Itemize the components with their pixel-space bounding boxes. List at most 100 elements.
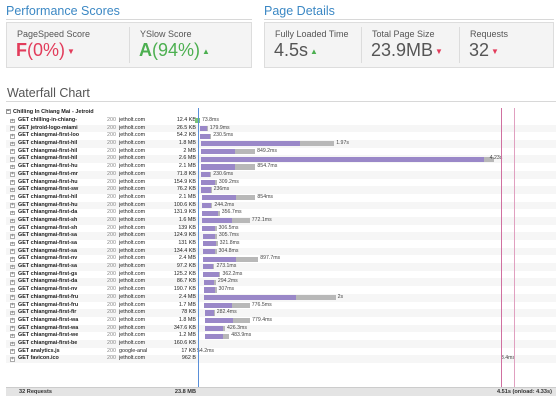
request-row[interactable]: + GET chilling-in-chiang- 200 jetholt.com 12…	[6, 117, 556, 125]
expand-icon[interactable]: +	[10, 334, 15, 339]
request-row[interactable]: + GET chiangmai-first-sa 200 jetholt.com 124…	[6, 232, 556, 240]
request-row[interactable]: + GET chiangmai-first-da 200 jetholt.com 131…	[6, 209, 556, 217]
request-row[interactable]: + GET chiangmai-first-sa 200 jetholt.com 134…	[6, 247, 556, 256]
receive-bar	[210, 172, 212, 178]
expand-icon[interactable]: +	[10, 157, 15, 162]
request-row[interactable]: + GET chiangmai-first-loo 200 jetholt.com 54…	[6, 132, 556, 140]
request-status: 200	[107, 240, 116, 246]
expand-icon[interactable]: +	[10, 257, 15, 262]
expand-icon[interactable]: +	[10, 272, 15, 277]
request-row[interactable]: + GET chiangmai-first-hil 200 jetholt.com 2 …	[6, 148, 556, 156]
request-size: 131 KB	[178, 240, 196, 246]
request-row[interactable]: + GET chiangmai-first-sa 200 jetholt.com 131…	[6, 240, 556, 248]
expand-icon[interactable]: +	[10, 149, 15, 154]
request-row[interactable]: + GET chiangmai-first-gs 200 jetholt.com 125…	[6, 271, 556, 279]
request-status: 200	[107, 117, 116, 123]
expand-icon[interactable]: +	[10, 226, 15, 231]
request-domain: jetholt.com	[119, 324, 146, 331]
receive-bar	[219, 272, 221, 278]
onload-line	[501, 108, 503, 387]
total-page-size[interactable]: Total Page Size 23.9MB ▼	[362, 23, 459, 67]
expand-icon[interactable]: +	[10, 218, 15, 224]
timing-label: 483.9ms	[231, 332, 252, 339]
request-size: 2.4 MB	[178, 293, 196, 300]
wait-bar	[199, 125, 207, 132]
request-domain: jetholt.com	[119, 193, 146, 200]
yslow-score[interactable]: YSlow Score A(94%) ▲	[130, 23, 252, 67]
request-row[interactable]: + GET chiangmai-first-hil 200 jetholt.com 2.…	[6, 155, 556, 164]
expand-icon[interactable]: +	[10, 264, 15, 270]
request-row[interactable]: + GET chiangmai-first-hu 200 jetholt.com 2.1…	[6, 163, 556, 171]
pagespeed-score[interactable]: PageSpeed Score F(0%) ▼	[7, 23, 129, 67]
expand-icon[interactable]: +	[10, 141, 15, 147]
request-row[interactable]: + GET chiangmai-first-wa 200 jetholt.com 1.8…	[6, 317, 556, 325]
wait-bar	[201, 156, 484, 162]
request-row[interactable]: + GET chiangmai-first-sh 200 jetholt.com 139…	[6, 225, 556, 233]
request-row[interactable]: + GET chiangmai-first-hu 200 jetholt.com 154…	[6, 179, 556, 187]
timing-label: 362.2ms	[222, 270, 243, 277]
expand-icon[interactable]: +	[10, 326, 15, 331]
wait-bar	[204, 333, 223, 339]
request-row[interactable]: + GET chiangmai-first-wa 200 jetholt.com 347…	[6, 324, 556, 333]
expand-icon[interactable]: +	[10, 318, 15, 324]
timing-label: 426.3ms	[227, 324, 247, 331]
fully-loaded-time[interactable]: Fully Loaded Time 4.5s ▲	[265, 23, 361, 67]
request-domain: jetholt.com	[119, 301, 146, 308]
request-name: GET chiangmai-first-we	[18, 332, 79, 339]
expand-icon[interactable]: +	[10, 295, 15, 300]
expand-icon[interactable]: +	[10, 118, 15, 124]
request-row[interactable]: + GET jetroid-logo-miami 200 jetholt.com 26.…	[6, 124, 556, 133]
request-domain: jetholt.com	[119, 247, 146, 254]
wait-bar	[202, 210, 219, 216]
request-row[interactable]: + GET favicon.ico 200 jetholt.com 962 B 8.4ms	[6, 355, 556, 363]
expand-icon[interactable]: +	[10, 341, 15, 347]
expand-icon[interactable]: +	[10, 357, 15, 362]
expand-icon[interactable]: +	[10, 134, 15, 139]
request-row[interactable]: + GET chiangmai-first-fru 200 jetholt.com 2.…	[6, 293, 556, 302]
expand-icon[interactable]: +	[10, 180, 15, 185]
expand-icon[interactable]: +	[10, 280, 15, 285]
receive-bar	[215, 233, 217, 239]
request-row[interactable]: + GET chiangmai-first-hu 200 jetholt.com 100…	[6, 201, 556, 210]
request-name: GET chiangmai-first-sh	[18, 224, 78, 231]
request-row[interactable]: + GET analytics.js 200 google-anal 17 KB 54.2…	[6, 348, 556, 356]
expand-icon[interactable]: +	[10, 195, 15, 201]
request-row[interactable]: + GET chiangmai-first-fru 200 jetholt.com 1.…	[6, 302, 556, 310]
request-row[interactable]: + GET chiangmai-first-nv 200 jetholt.com 190…	[6, 286, 556, 294]
request-domain: jetholt.com	[119, 332, 146, 339]
request-row[interactable]: + GET chiangmai-first-nv 200 jetholt.com 2.4…	[6, 255, 556, 263]
expand-icon[interactable]: +	[10, 126, 15, 131]
waterfall-rule	[6, 101, 556, 102]
expand-icon[interactable]: +	[10, 241, 15, 247]
request-status: 200	[107, 232, 116, 239]
expand-icon[interactable]: +	[10, 303, 15, 308]
request-row[interactable]: + GET chiangmai-first-sh 200 jetholt.com 1.6…	[6, 216, 556, 225]
expand-icon[interactable]: +	[10, 249, 15, 254]
expand-icon[interactable]: +	[10, 164, 15, 170]
request-row[interactable]: + GET chiangmai-first-fir 200 jetholt.com 78…	[6, 309, 556, 317]
request-row[interactable]: + GET chiangmai-first-mr 200 jetholt.com 71.…	[6, 170, 556, 179]
request-row[interactable]: + GET chiangmai-first-hil 200 jetholt.com 1.…	[6, 140, 556, 148]
expand-icon[interactable]: +	[10, 349, 15, 354]
expand-icon[interactable]: +	[10, 203, 15, 208]
receive-bar	[214, 279, 216, 285]
request-row[interactable]: + GET chiangmai-first-hil 200 jetholt.com 2.…	[6, 194, 556, 202]
request-size: 124.9 KB	[173, 232, 196, 239]
expand-icon[interactable]: +	[10, 187, 15, 193]
request-row[interactable]: + GET chiangmai-first-da 200 jetholt.com 86.…	[6, 278, 556, 287]
collapse-icon[interactable]: −	[6, 109, 11, 115]
receive-bar	[213, 310, 215, 316]
request-row[interactable]: + GET chiangmai-first-sw 200 jetholt.com 76.…	[6, 186, 556, 194]
expand-icon[interactable]: +	[10, 172, 15, 177]
waterfall-group-header[interactable]: − Chilling In Chiang Mai - Jetroid	[6, 108, 94, 116]
expand-icon[interactable]: +	[10, 234, 15, 239]
request-row[interactable]: + GET chiangmai-first-sa 200 jetholt.com 97.…	[6, 263, 556, 271]
request-row[interactable]: + GET chiangmai-first-be 200 jetholt.com 160…	[6, 339, 556, 348]
requests-count[interactable]: Requests 32 ▼	[460, 23, 554, 67]
expand-icon[interactable]: +	[10, 287, 15, 293]
request-size: 347.6 KB	[173, 324, 196, 331]
expand-icon[interactable]: +	[10, 310, 15, 316]
expand-icon[interactable]: +	[10, 211, 15, 216]
wait-bar	[201, 179, 216, 185]
request-row[interactable]: + GET chiangmai-first-we 200 jetholt.com 1.2…	[6, 332, 556, 340]
